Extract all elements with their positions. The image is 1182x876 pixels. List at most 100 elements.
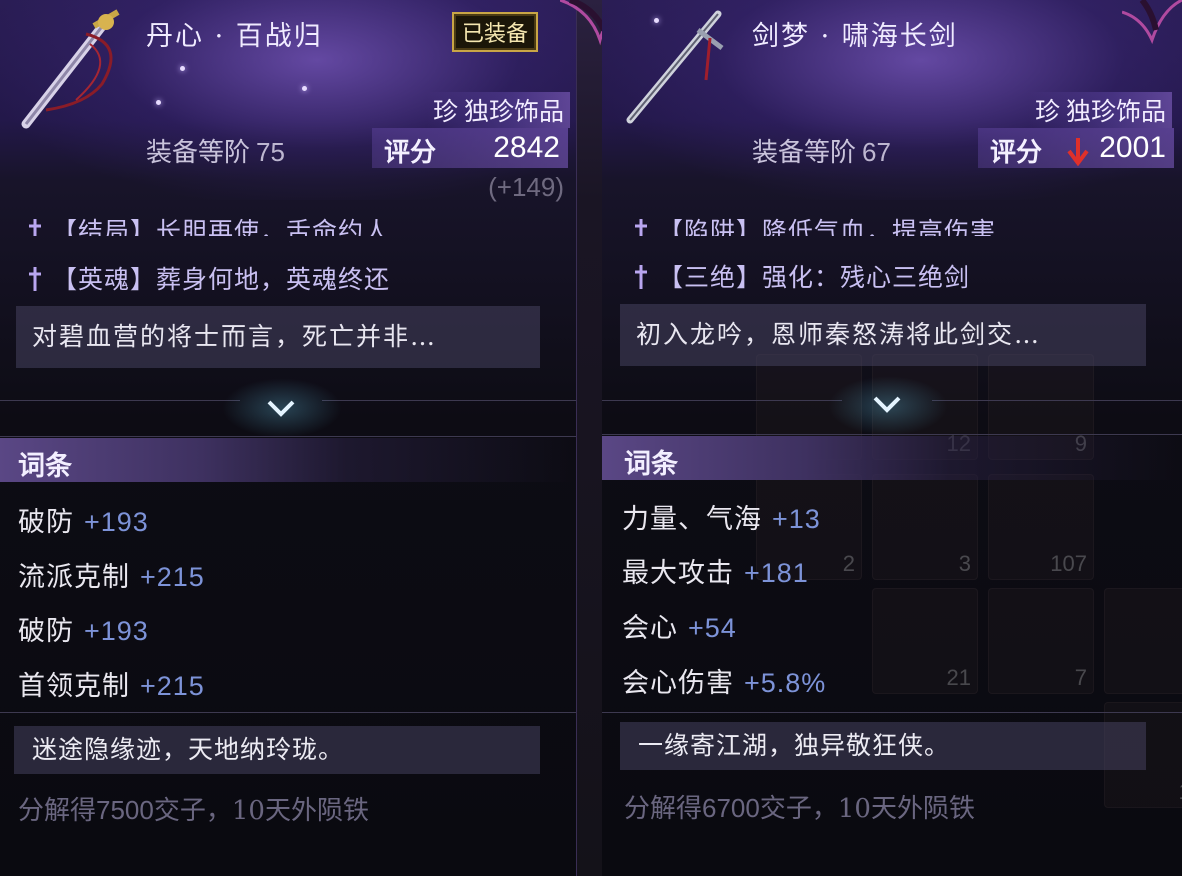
grade-value: 67: [862, 137, 891, 167]
affix-line: 破防 +193: [18, 500, 149, 539]
grade-label: 装备等阶 75: [146, 132, 285, 169]
flavor-text: 迷途隐缘迹，天地纳玲珑。: [14, 726, 540, 774]
effect-sword-icon: [29, 219, 41, 236]
slot-count: 21: [946, 665, 971, 690]
inventory-slot: 21: [872, 588, 978, 694]
salvage-prefix: 分解得: [18, 796, 97, 826]
affix-title: 词条: [624, 449, 678, 480]
salvage-amount: 6700: [702, 793, 760, 823]
sparkle: [302, 86, 307, 91]
slot-count: 2: [842, 551, 855, 576]
effect-text: 【三绝】强化：残心三绝剑: [658, 263, 971, 292]
effect-line: 【陷阱】降低气血，提高伤害: [632, 212, 996, 236]
effect-line: 【英魂】葬身何地，英魂终还: [26, 260, 390, 296]
sword-icon: [626, 10, 724, 124]
slot-count: 12: [1179, 779, 1182, 805]
affix-name: 流派克制: [18, 562, 130, 593]
salvage-info: 分解得6700交子，10天外陨铁: [624, 788, 975, 825]
affix-name: 会心伤害: [622, 668, 734, 699]
salvage-suffix: 交子，10天外陨铁: [759, 794, 975, 824]
affix-value: +54: [688, 613, 737, 643]
slot-count: 7: [1074, 665, 1087, 690]
divider: [602, 712, 1182, 713]
chevron-down-icon[interactable]: [872, 394, 902, 414]
rarity-glyph: 珍: [1034, 97, 1060, 126]
inventory-slot: 107: [988, 474, 1094, 580]
equipped-badge: 已装备: [452, 12, 539, 52]
salvage-amount: 7500: [96, 795, 154, 825]
affix-line: 流派克制 +215: [18, 555, 205, 594]
divider: [0, 712, 576, 713]
effect-text: 【结局】长胆再使，舌命约人: [52, 217, 391, 236]
description-box: 初入龙吟，恩师秦怒涛将此剑交…: [620, 304, 1146, 366]
affix-title: 词条: [18, 451, 72, 482]
item-name: 丹心 · 百战归: [146, 21, 323, 52]
affix-line: 会心伤害 +5.8%: [622, 661, 826, 700]
score-box: 评分 2001: [978, 128, 1174, 168]
affix-value: +215: [140, 671, 205, 701]
score-down-arrow-icon: [1067, 138, 1089, 166]
affix-name: 会心: [622, 613, 678, 644]
grade-label: 装备等阶 67: [752, 132, 891, 169]
salvage-suffix: 交子，10天外陨铁: [153, 796, 369, 826]
score-label: 评分: [990, 138, 1043, 168]
inventory-slot: [1104, 588, 1182, 694]
affix-line: 破防 +193: [18, 609, 149, 648]
salvage-prefix: 分解得: [624, 794, 703, 824]
stats-row: 装备等阶 67 评分 2001: [728, 128, 1174, 168]
affix-line: 力量、气海 +13: [622, 497, 821, 536]
affix-header: 词条: [0, 438, 576, 482]
rarity-label: 珍独珍饰品: [1028, 92, 1172, 128]
score-label: 评分: [384, 138, 437, 168]
slot-count: 3: [958, 551, 971, 576]
effect-line: 【三绝】强化：残心三绝剑: [632, 258, 970, 294]
grade-label-text: 装备等阶: [146, 138, 251, 168]
rarity-glyph: 珍: [432, 97, 458, 126]
effect-text: 【英魂】葬身何地，英魂终还: [52, 265, 391, 294]
affix-name: 力量、气海: [622, 504, 762, 535]
grade-label-text: 装备等阶: [752, 138, 857, 168]
chevron-down-icon[interactable]: [266, 398, 296, 418]
score-value: 2842: [493, 131, 560, 164]
effect-text: 【陷阱】降低气血，提高伤害: [658, 217, 997, 236]
divider: [322, 400, 576, 401]
sparkle: [180, 66, 185, 71]
rarity-text: 独珍饰品: [463, 97, 564, 126]
divider: [932, 400, 1182, 401]
rarity-label: 珍独珍饰品: [426, 92, 570, 128]
effect-line: 【结局】长胆再使，舌命约人: [26, 212, 390, 236]
flavor-text: 一缘寄江湖，独异敬狂侠。: [620, 722, 1146, 770]
rarity-text: 独珍饰品: [1065, 97, 1166, 126]
divider: [0, 436, 576, 437]
item-tooltip-equipped: 丹心 · 百战归 已装备 珍独珍饰品 装备等阶 75 评分 2842 (+149)…: [0, 0, 576, 876]
affix-value: +215: [140, 562, 205, 592]
item-tooltip-compare: 12 9 2 3 107 21 7 12 剑梦 · 啸海长剑 珍独珍饰品 装备等…: [602, 0, 1182, 876]
effect-sword-icon: [635, 219, 647, 236]
affix-line: 最大攻击 +181: [622, 551, 809, 590]
effect-sword-icon: [29, 267, 41, 291]
grade-value: 75: [256, 137, 285, 167]
corner-ornament: [1122, 0, 1182, 45]
affix-value: +181: [744, 558, 809, 588]
description-box: 对碧血营的将士而言，死亡并非…: [16, 306, 540, 368]
score-value: 2001: [1099, 131, 1166, 164]
inventory-slot: 7: [988, 588, 1094, 694]
affix-line: 首领克制 +215: [18, 664, 205, 703]
sparkle: [156, 100, 161, 105]
stats-row: 装备等阶 75 评分 2842: [120, 128, 568, 168]
slot-count: 107: [1050, 551, 1087, 576]
affix-name: 破防: [18, 616, 74, 647]
score-diff: (+149): [488, 172, 564, 202]
inventory-slot: 3: [872, 474, 978, 580]
affix-value: +193: [84, 507, 149, 537]
sword-icon: [21, 9, 120, 129]
affix-value: +13: [772, 504, 821, 534]
effect-sword-icon: [635, 265, 647, 289]
affix-header: 词条: [602, 436, 1182, 480]
affix-name: 最大攻击: [622, 558, 734, 589]
divider: [602, 434, 1182, 435]
divider: [602, 400, 842, 401]
affix-line: 会心 +54: [622, 606, 737, 645]
salvage-info: 分解得7500交子，10天外陨铁: [18, 790, 369, 827]
affix-value: +5.8%: [744, 668, 827, 698]
